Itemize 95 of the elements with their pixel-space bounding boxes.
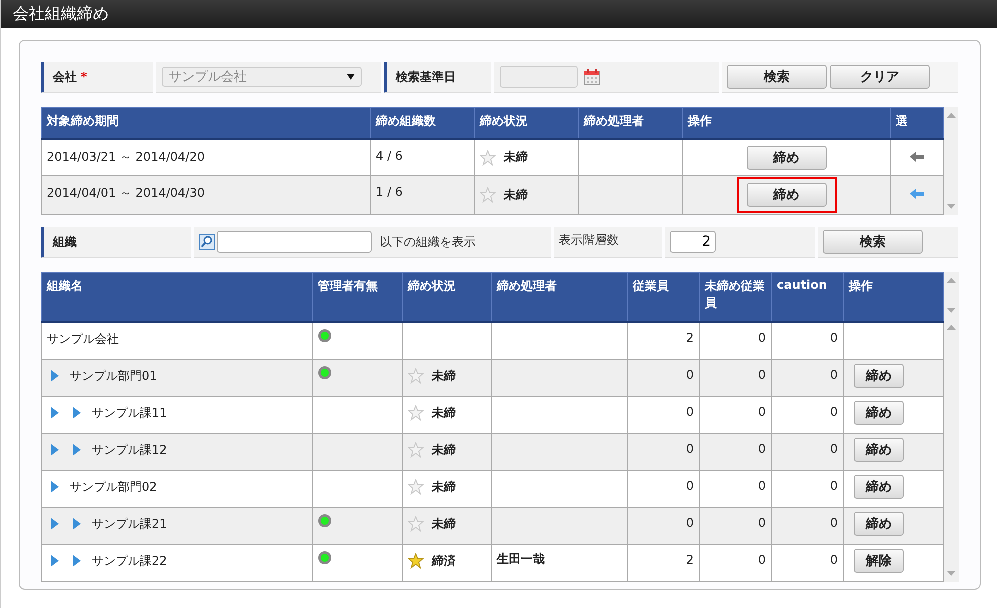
- organization-search-field[interactable]: [217, 231, 372, 253]
- search-button[interactable]: 検索: [727, 65, 827, 89]
- column-header: caution: [772, 272, 844, 322]
- table-cell: 0: [628, 433, 700, 470]
- status-text: 未締: [504, 150, 528, 164]
- table-cell: 0: [772, 396, 844, 434]
- expand-triangle-icon: [51, 555, 59, 568]
- organization-name[interactable]: サンプル部門01: [70, 368, 158, 383]
- column-header: 操作: [844, 272, 944, 322]
- closer-name: 生田一哉: [497, 552, 545, 566]
- table-cell: 0: [772, 322, 844, 360]
- close-button[interactable]: 締め: [746, 146, 826, 170]
- expand-triangle-icon: [51, 370, 59, 382]
- table-cell: 0: [772, 359, 844, 396]
- action-button[interactable]: 締め: [854, 474, 904, 499]
- left-arrow-icon[interactable]: [910, 152, 924, 162]
- action-button[interactable]: 締め: [854, 438, 904, 462]
- table-cell: 0: [700, 359, 772, 396]
- depth-field[interactable]: 2: [670, 231, 716, 253]
- table-cell: 2: [628, 544, 700, 582]
- date-field[interactable]: [500, 66, 578, 88]
- table-cell: 0: [772, 544, 844, 582]
- column-header: 締め処理者: [578, 108, 682, 139]
- table-cell: 0: [700, 507, 772, 544]
- column-header: 締め状況: [474, 108, 578, 139]
- scroll-down-arrow-icon: [947, 308, 956, 313]
- table-cell: 2: [628, 322, 700, 360]
- status-text: 未締: [432, 406, 456, 420]
- status-text: 未締: [432, 442, 456, 457]
- expand-triangle-icon: [73, 407, 81, 420]
- table-cell: 0: [700, 322, 772, 360]
- table-cell: 0: [700, 544, 772, 582]
- status-text: 未締: [432, 368, 456, 383]
- scroll-up-arrow-icon: [947, 278, 956, 283]
- status-text: 未締: [432, 516, 456, 531]
- table-cell: 0: [772, 470, 844, 508]
- column-header: 管理者有無: [312, 272, 402, 322]
- expand-triangle-icon: [73, 444, 81, 456]
- column-header: 対象締め期間: [42, 108, 370, 139]
- column-header: 組織名: [42, 272, 312, 322]
- action-button[interactable]: 解除: [854, 548, 904, 573]
- table-cell: 0: [772, 507, 844, 544]
- scroll-down-arrow-icon: [947, 571, 956, 576]
- table-cell: 0: [628, 359, 700, 396]
- organization-name[interactable]: サンプル課22: [92, 554, 168, 568]
- scroll-up-arrow-icon: [946, 113, 956, 118]
- action-button[interactable]: 締め: [854, 364, 904, 388]
- expand-triangle-icon: [51, 518, 59, 530]
- field-label: 表示階層数: [559, 232, 619, 249]
- expand-triangle-icon: [73, 518, 81, 530]
- search-icon: [199, 234, 215, 250]
- expand-triangle-icon: [51, 444, 59, 456]
- organization-name[interactable]: サンプル課21: [92, 516, 168, 531]
- table-cell: 0: [628, 507, 700, 544]
- clear-button[interactable]: クリア: [830, 65, 930, 89]
- calendar-icon: [584, 69, 600, 85]
- table-cell: 0: [628, 470, 700, 508]
- scroll-down-arrow-icon: [946, 204, 956, 209]
- window-title: 会社組織締め: [13, 4, 109, 24]
- status-text: 締済: [432, 554, 456, 568]
- table-cell: 0: [772, 433, 844, 470]
- status-text: 未締: [432, 480, 456, 494]
- column-header: 従業員: [628, 272, 700, 322]
- field-label: 以下の組織を表示: [380, 234, 476, 250]
- table-cell: 0: [700, 396, 772, 434]
- organization-name[interactable]: サンプル会社: [47, 332, 119, 346]
- search-button[interactable]: 検索: [823, 230, 923, 254]
- organization-name[interactable]: サンプル部門02: [70, 480, 158, 494]
- column-header: 締め処理者: [492, 272, 628, 322]
- field-label: 会社: [53, 68, 77, 86]
- table-cell: 0: [628, 396, 700, 434]
- expand-triangle-icon: [51, 481, 59, 494]
- close-button[interactable]: 締め: [746, 183, 826, 208]
- scroll-up-arrow-icon: [947, 325, 956, 330]
- action-button[interactable]: 締め: [854, 400, 904, 425]
- column-header: 操作: [682, 108, 890, 139]
- column-header: 締め状況: [402, 272, 492, 322]
- organization-name[interactable]: サンプル課11: [92, 406, 168, 420]
- expand-triangle-icon: [51, 407, 59, 420]
- table-cell: 2014/04/01 ～ 2014/04/30: [42, 176, 370, 214]
- dropdown-caret-icon: [347, 74, 355, 80]
- column-header: 未締め従業員: [700, 272, 772, 322]
- required-mark: *: [81, 70, 88, 84]
- column-header: 締め組織数: [370, 108, 474, 139]
- action-button[interactable]: 締め: [854, 512, 904, 536]
- field-label: 組織: [53, 234, 77, 250]
- status-text: 未締: [504, 188, 528, 202]
- column-header: 選: [890, 108, 944, 139]
- expand-triangle-icon: [73, 555, 81, 568]
- table-cell: 0: [700, 433, 772, 470]
- left-arrow-icon[interactable]: [910, 189, 924, 200]
- table-cell: 0: [700, 470, 772, 508]
- organization-name[interactable]: サンプル課12: [92, 442, 168, 457]
- table-cell: 1 / 6: [370, 176, 474, 214]
- field-label: 検索基準日: [396, 68, 456, 86]
